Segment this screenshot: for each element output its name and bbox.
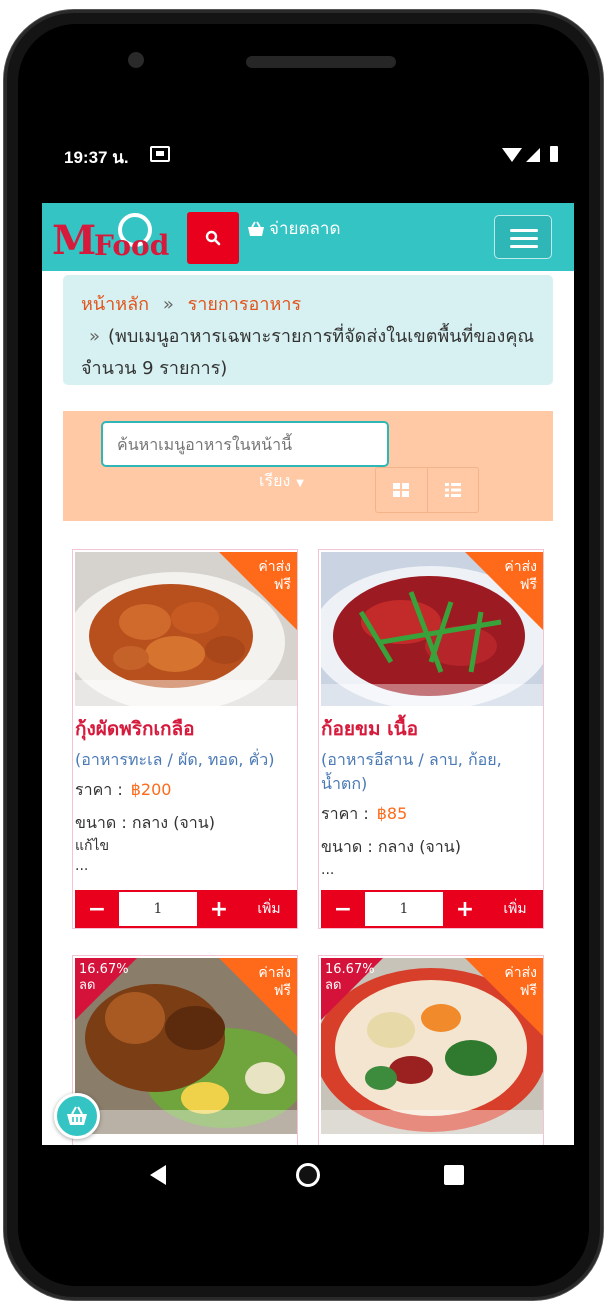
- market-label: จ่ายตลาด: [269, 219, 341, 239]
- plus-icon: +: [209, 896, 229, 922]
- product-price-row: ราคา : ฿200: [73, 772, 297, 805]
- breadcrumb-home[interactable]: หน้าหลัก: [81, 294, 149, 315]
- price-value: ฿200: [130, 780, 172, 799]
- product-name[interactable]: กุ้งผัดพริกเกลือ: [73, 708, 297, 748]
- breadcrumb-list[interactable]: รายการอาหาร: [188, 294, 302, 315]
- basket-icon: [248, 221, 264, 236]
- minus-icon: −: [333, 896, 353, 922]
- product-size: ขนาด : กลาง (จาน): [321, 837, 461, 856]
- status-bar: 19:37 น.: [42, 138, 574, 174]
- product-category[interactable]: (อาหารทะเล / ผัด, ทอด, คั่ว): [73, 748, 297, 772]
- decrease-button[interactable]: −: [321, 890, 365, 928]
- sort-dropdown[interactable]: เรียง ▼: [259, 469, 304, 494]
- breadcrumb: หน้าหลัก » รายการอาหาร » (พบเมนูอาหารเฉพา…: [63, 275, 553, 385]
- list-view-button[interactable]: [426, 468, 479, 512]
- list-view-icon: [444, 483, 461, 497]
- sort-label: เรียง: [259, 471, 291, 490]
- recent-apps-icon[interactable]: [444, 1165, 464, 1185]
- search-button[interactable]: [187, 212, 239, 264]
- battery-icon: [550, 146, 558, 162]
- logo[interactable]: M Food: [52, 211, 182, 264]
- free-shipping-label: ค่าส่ง ฟรี: [504, 965, 537, 999]
- speaker: [246, 56, 396, 68]
- product-ellipsis: ...: [75, 858, 89, 874]
- quantity-input[interactable]: 1: [365, 892, 443, 926]
- product-card: 16.67% ลด ค่าส่ง ฟรี ขาหมูเยอรมัน: [72, 955, 298, 1145]
- market-link[interactable]: จ่ายตลาด: [247, 215, 341, 242]
- quantity-stepper: − 1 + เพิ่ม: [321, 890, 543, 928]
- product-name[interactable]: ขาหมูเยอรมัน: [73, 1136, 297, 1145]
- discount-label: 16.67% ลด: [79, 962, 129, 993]
- plus-icon: +: [455, 896, 475, 922]
- product-category[interactable]: (อาหารอีสาน / ลาบ, ก้อย, น้ำตก): [319, 748, 543, 796]
- product-image-tam-tad[interactable]: 16.67% ลด ค่าส่ง ฟรี: [321, 958, 543, 1134]
- status-time: 19:37 น.: [64, 148, 129, 167]
- hamburger-icon: [510, 229, 538, 232]
- filter-panel: เรียง ▼: [63, 411, 553, 521]
- product-note: แก้ไข: [75, 838, 110, 854]
- breadcrumb-separator: »: [89, 326, 101, 347]
- free-shipping-label: ค่าส่ง ฟรี: [504, 559, 537, 593]
- free-shipping-label: ค่าส่ง ฟรี: [258, 965, 291, 999]
- increase-button[interactable]: +: [197, 890, 241, 928]
- product-card: ค่าส่ง ฟรี ก้อยขม เนื้อ (อาหารอีสาน / ลา…: [318, 549, 544, 929]
- logo-food: Food: [94, 229, 170, 262]
- status-icons: [502, 146, 558, 162]
- search-input[interactable]: [101, 421, 389, 467]
- add-to-cart-button[interactable]: เพิ่ม: [487, 890, 543, 928]
- product-name[interactable]: ตำถาด: [319, 1136, 543, 1145]
- discount-label: 16.67% ลด: [325, 962, 375, 993]
- breadcrumb-separator: »: [162, 294, 174, 315]
- caret-down-icon: ▼: [296, 478, 304, 489]
- minus-icon: −: [87, 896, 107, 922]
- hamburger-icon-bar: [510, 245, 538, 248]
- decrease-button[interactable]: −: [75, 890, 119, 928]
- quantity-stepper: − 1 + เพิ่ม: [75, 890, 297, 928]
- android-nav-bar: [42, 1145, 574, 1205]
- mail-icon: [150, 146, 170, 162]
- add-to-cart-button[interactable]: เพิ่ม: [241, 890, 297, 928]
- grid-view-icon: [393, 483, 410, 497]
- price-label: ราคา :: [321, 804, 369, 823]
- free-shipping-label: ค่าส่ง ฟรี: [258, 559, 291, 593]
- product-size: ขนาด : กลาง (จาน): [75, 813, 215, 832]
- product-price-row: ราคา : ฿85: [319, 796, 543, 829]
- price-value: ฿85: [376, 804, 408, 823]
- wifi-icon: [502, 148, 522, 162]
- hamburger-icon-bar: [510, 237, 538, 240]
- grid-view-button[interactable]: [376, 468, 427, 512]
- search-icon: [205, 230, 221, 246]
- signal-icon: [526, 148, 540, 162]
- view-toggle: [375, 467, 479, 513]
- breadcrumb-note: (พบเมนูอาหารเฉพาะรายการที่จัดส่งในเขตพื้…: [81, 326, 535, 379]
- back-icon[interactable]: [150, 1165, 166, 1185]
- top-navbar: M Food จ่ายตลาด: [42, 203, 574, 271]
- product-card: 16.67% ลด ค่าส่ง ฟรี ตำถาด: [318, 955, 544, 1145]
- basket-icon: [67, 1106, 87, 1125]
- price-label: ราคา :: [75, 780, 123, 799]
- menu-toggle-button[interactable]: [494, 215, 552, 259]
- logo-m: M: [52, 217, 97, 264]
- home-icon[interactable]: [296, 1163, 320, 1187]
- increase-button[interactable]: +: [443, 890, 487, 928]
- camera: [128, 52, 144, 68]
- product-name[interactable]: ก้อยขม เนื้อ: [319, 708, 543, 748]
- quantity-input[interactable]: 1: [119, 892, 197, 926]
- floating-cart-button[interactable]: [54, 1093, 100, 1139]
- app-screen: M Food จ่ายตลาด หน้าหลัก » รายการอาหาร »…: [42, 203, 574, 1145]
- product-image-shrimp[interactable]: ค่าส่ง ฟรี: [75, 552, 297, 706]
- product-image-beef[interactable]: ค่าส่ง ฟรี: [321, 552, 543, 706]
- product-ellipsis: ...: [321, 862, 335, 878]
- product-card: ค่าส่ง ฟรี กุ้งผัดพริกเกลือ (อาหารทะเล /…: [72, 549, 298, 929]
- product-image-pork-knuckle[interactable]: 16.67% ลด ค่าส่ง ฟรี: [75, 958, 297, 1134]
